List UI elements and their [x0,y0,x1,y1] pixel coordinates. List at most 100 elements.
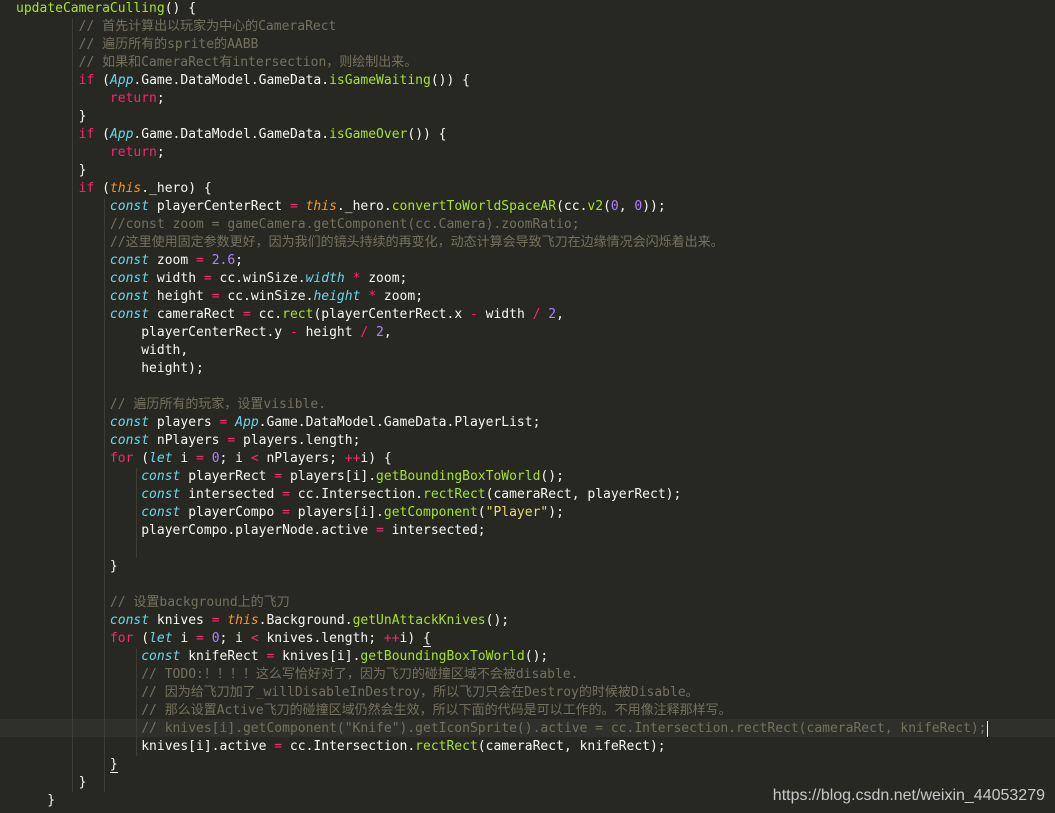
code-token: //这里使用固定参数更好，因为我们的镜头持续的再变化，动态计算会导致飞刀在边缘情… [109,235,724,250]
code-line[interactable]: } [16,162,87,180]
code-token: playerCompo.playerNode.active [16,523,377,538]
code-line[interactable]: const players = App.Game.DataModel.GameD… [16,414,541,432]
code-token: = [282,505,290,520]
code-line[interactable]: for (let i = 0; i < knives.length; ++i) … [16,630,431,648]
code-line[interactable]: const knives = this.Background.getUnAtta… [16,612,509,630]
code-token: if [78,73,95,88]
code-line[interactable]: //const zoom = gameCamera.getComponent(c… [16,216,580,234]
code-line[interactable]: } [16,774,87,792]
code-token: = [211,289,220,304]
code-token: knives[i]. [274,649,361,664]
code-line[interactable]: const nPlayers = players.length; [16,432,360,450]
code-line[interactable]: const height = cc.winSize.height * zoom; [16,288,423,306]
code-token: (); [485,613,510,628]
code-line[interactable]: const playerRect = players[i].getBoundin… [16,468,564,486]
code-line[interactable]: // 遍历所有的玩家，设置visible. [16,396,326,414]
code-token: .Game.DataModel.GameData.PlayerList; [258,415,541,430]
code-line[interactable]: playerCompo.playerNode.active = intersec… [16,522,485,540]
code-token: = [196,451,204,466]
code-token: = [196,253,204,268]
code-token: = [242,307,251,322]
code-line[interactable]: // knives[i].getComponent("Knife").getIc… [16,720,988,738]
code-line[interactable]: // 那么设置Active飞刀的碰撞区域仍然会生效，所以下面的代码是可以工作的。… [16,702,732,720]
code-line[interactable]: const width = cc.winSize.width * zoom; [16,270,407,288]
code-token: = [274,469,283,484]
code-line[interactable]: // 设置background上的飞刀 [16,594,290,612]
code-line[interactable]: //这里使用固定参数更好，因为我们的镜头持续的再变化，动态计算会导致飞刀在边缘情… [16,234,724,252]
code-token: getComponent [383,505,478,520]
code-token: (); [540,469,564,484]
code-editor[interactable]: updateCameraCulling() { // 首先计算出以玩家为中心的C… [0,0,1055,813]
code-line[interactable]: } [16,108,87,126]
code-line[interactable]: if (this._hero) { [16,180,212,198]
code-token: const [141,505,181,520]
code-token: ; [156,91,165,106]
code-token: , [383,325,392,340]
code-line[interactable]: // 首先计算出以玩家为中心的CameraRect [16,18,337,36]
code-line[interactable]: if (App.Game.DataModel.GameData.isGameWa… [16,72,470,90]
code-token: cc.Intersection. [289,487,424,502]
code-line[interactable]: const zoom = 2.6; [16,252,243,270]
code-token: if [78,181,95,196]
code-token: players.length; [235,433,361,448]
code-line[interactable]: const knifeRect = knives[i].getBoundingB… [16,648,548,666]
code-token: < [250,631,259,646]
code-line[interactable]: // TODO:！！！！这么写恰好对了，因为飞刀的碰撞区域不会被disable. [16,666,578,684]
code-line[interactable]: } [16,756,118,774]
code-line[interactable]: playerCenterRect.y - height / 2, [16,324,392,342]
code-token: ; [235,253,243,268]
code-token: ; i [219,631,251,646]
code-line[interactable]: height); [16,360,204,378]
code-token: this [305,199,337,214]
code-line[interactable]: return; [16,144,165,162]
code-token: ; i [219,451,251,466]
code-line[interactable]: for (let i = 0; i < nPlayers; ++i) { [16,450,392,468]
code-token: )); [642,199,666,214]
code-line[interactable]: // 因为给飞刀加了_willDisableInDestroy，所以飞刀只会在D… [16,684,698,702]
code-line[interactable]: // 如果和CameraRect有intersection，则绘制出来。 [16,54,418,72]
code-line[interactable]: width, [16,342,188,360]
code-token: cc. [250,307,283,322]
code-line[interactable]: if (App.Game.DataModel.GameData.isGameOv… [16,126,447,144]
code-line[interactable]: const intersected = cc.Intersection.rect… [16,486,681,504]
code-token: ._hero. [336,199,392,214]
code-token: width [477,307,533,322]
code-token: } [109,757,118,773]
code-line[interactable]: const playerCompo = players[i].getCompon… [16,504,564,522]
code-token: intersected [180,487,283,502]
code-token: = [289,199,298,214]
code-token: , [618,199,635,214]
code-token: ()) { [407,127,447,142]
code-token: ()) { [430,73,470,88]
code-line[interactable]: knives[i].active = cc.Intersection.rectR… [16,738,665,756]
code-line[interactable]: const cameraRect = cc.rect(playerCenterR… [16,306,564,324]
code-token: < [250,451,259,466]
code-line[interactable]: } [16,558,118,576]
code-token: ( [94,127,110,142]
code-token: // 设置background上的飞刀 [109,595,290,610]
code-token: { [423,631,431,647]
code-token: = [282,487,290,502]
code-line[interactable]: return; [16,90,165,108]
code-token: (playerCenterRect.x [313,307,470,322]
code-token: = [376,523,384,538]
code-token: ( [603,199,611,214]
code-line[interactable]: const playerCenterRect = this._hero.conv… [16,198,666,216]
code-line[interactable]: } [16,792,55,810]
code-line[interactable]: // 遍历所有的sprite的AABB [16,36,259,54]
code-line[interactable]: updateCameraCulling() { [16,0,196,18]
code-token: // 那么设置Active飞刀的碰撞区域仍然会生效，所以下面的代码是可以工作的。… [141,703,732,718]
code-token: rect [282,307,314,322]
code-token: if [78,127,95,142]
